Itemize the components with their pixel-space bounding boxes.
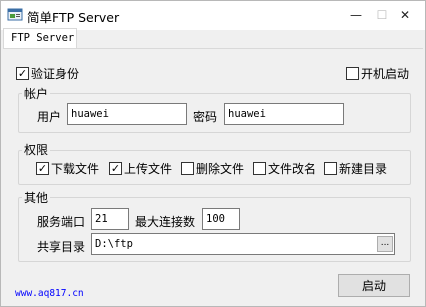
checkbox-box: ✓ xyxy=(109,162,122,175)
account-legend: 帐户 xyxy=(22,85,51,102)
perm-delete-checkbox[interactable]: 删除文件 xyxy=(181,160,244,177)
website-link[interactable]: www.aq817.cn xyxy=(15,288,84,299)
tab-panel: ✓ 验证身份 开机启动 帐户 用户 huawei 密码 huawei 权限 ✓ … xyxy=(3,48,423,306)
checkbox-box: ✓ xyxy=(36,162,49,175)
autostart-label: 开机启动 xyxy=(361,67,410,81)
perm-rename-checkbox[interactable]: 文件改名 xyxy=(253,160,316,177)
app-window: 简单FTP Server — ☐ ✕ FTP Server ✓ 验证身份 开机启… xyxy=(0,0,426,307)
perm-upload-checkbox[interactable]: ✓ 上传文件 xyxy=(109,160,172,177)
checkbox-box xyxy=(346,67,359,80)
maxconn-field[interactable]: 100 xyxy=(202,208,240,230)
perm-upload-label: 上传文件 xyxy=(124,162,173,176)
password-label: 密码 xyxy=(193,110,218,124)
verify-identity-label: 验证身份 xyxy=(31,67,80,81)
other-legend: 其他 xyxy=(22,189,51,206)
perm-download-label: 下载文件 xyxy=(51,162,100,176)
perm-mkdir-checkbox[interactable]: 新建目录 xyxy=(324,160,387,177)
title-bar: 简单FTP Server — ☐ ✕ xyxy=(1,1,425,30)
perm-mkdir-label: 新建目录 xyxy=(339,162,388,176)
password-field[interactable]: huawei xyxy=(224,103,344,125)
perm-rename-label: 文件改名 xyxy=(268,162,317,176)
browse-button[interactable]: ... xyxy=(377,236,393,252)
perm-delete-label: 删除文件 xyxy=(196,162,245,176)
app-icon xyxy=(7,8,23,21)
autostart-checkbox[interactable]: 开机启动 xyxy=(346,65,409,82)
close-icon: ✕ xyxy=(399,8,411,22)
start-button[interactable]: 启动 xyxy=(338,274,410,297)
verify-identity-checkbox[interactable]: ✓ 验证身份 xyxy=(16,65,79,82)
tab-ftp-server[interactable]: FTP Server xyxy=(3,28,77,49)
checkbox-box xyxy=(324,162,337,175)
maxconn-label: 最大连接数 xyxy=(135,215,196,229)
checkbox-box: ✓ xyxy=(16,67,29,80)
share-dir-label: 共享目录 xyxy=(37,240,86,254)
close-button[interactable]: ✕ xyxy=(385,1,425,29)
start-button-label: 启动 xyxy=(361,279,386,293)
checkbox-box xyxy=(253,162,266,175)
port-field[interactable]: 21 xyxy=(91,208,129,230)
share-dir-field[interactable]: D:\ftp xyxy=(91,233,395,255)
checkbox-box xyxy=(181,162,194,175)
user-field[interactable]: huawei xyxy=(67,103,187,125)
port-label: 服务端口 xyxy=(37,215,86,229)
user-label: 用户 xyxy=(37,110,62,124)
window-title: 简单FTP Server xyxy=(27,10,120,25)
perm-download-checkbox[interactable]: ✓ 下载文件 xyxy=(36,160,99,177)
permissions-legend: 权限 xyxy=(22,141,51,158)
